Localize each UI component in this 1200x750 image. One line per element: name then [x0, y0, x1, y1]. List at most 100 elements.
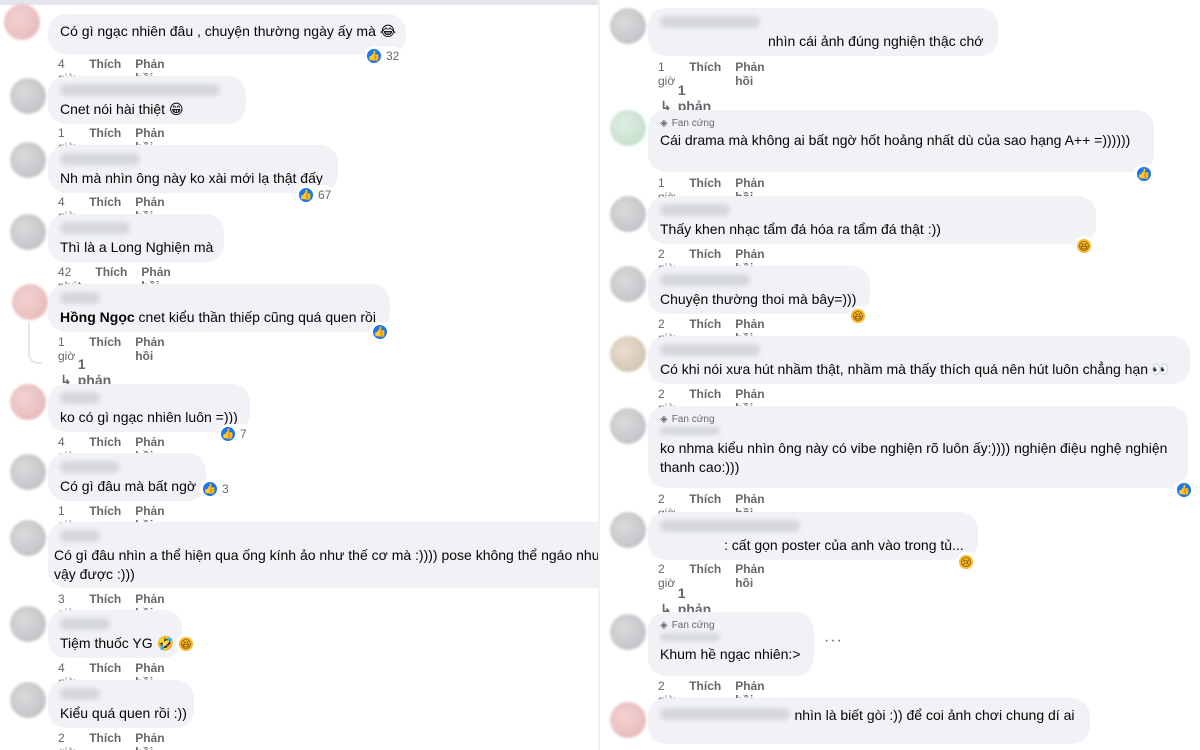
comment-text: Thì là a Long Nghiện mà	[60, 239, 214, 255]
avatar[interactable]	[610, 614, 646, 650]
avatar[interactable]	[610, 336, 646, 372]
comment-body: Hồng Ngọc cnet kiểu thần thiếp cũng quá …	[60, 309, 376, 325]
like-button[interactable]: Thích	[89, 731, 121, 750]
comment-text: Có gì ngạc nhiên đâu , chuyện thường ngà…	[60, 23, 397, 39]
haha-reaction-icon: 😆	[177, 635, 195, 653]
more-options-icon[interactable]: ···	[824, 632, 843, 650]
reply-button[interactable]: Phản hồi	[735, 562, 764, 590]
reaction-count[interactable]: 👍	[1134, 164, 1156, 184]
reaction-count[interactable]: 👍	[370, 322, 392, 342]
reaction-count[interactable]: 👍 7	[218, 424, 250, 444]
avatar[interactable]	[10, 384, 46, 420]
blurred-author-name	[660, 16, 760, 28]
blurred-author-name	[60, 222, 130, 234]
diamond-icon: ◈	[660, 414, 668, 425]
comment-text: Khum hề ngạc nhiên:>	[660, 646, 801, 662]
comment-bubble: ◈ Fan cứng Cái drama mà không ai bất ngờ…	[648, 110, 1154, 172]
comment-text: Nh mà nhìn ông này ko xài mới lạ thật đấ…	[60, 170, 323, 186]
avatar[interactable]	[4, 4, 40, 40]
avatar[interactable]	[610, 196, 646, 232]
comment-text: Có khi nói xưa hút nhầm thật, nhầm mà th…	[660, 361, 1170, 377]
avatar[interactable]	[10, 454, 46, 490]
comment-text: Thấy khen nhạc tẩm đá hóa ra tẩm đá thật…	[660, 221, 941, 237]
reply-button[interactable]: Phản hồi	[735, 60, 764, 88]
diamond-icon: ◈	[660, 118, 668, 129]
comment-bubble: Chuyện thường thoi mà bây=)))	[648, 266, 870, 314]
like-reaction-icon: 👍	[371, 323, 389, 341]
reaction-count[interactable]: 😆	[1074, 236, 1096, 256]
comment-text: cnet kiểu thần thiếp cũng quá quen rồi	[138, 309, 376, 325]
comment-text: Có gì đâu nhìn a thể hiện qua ống kính ả…	[54, 547, 600, 563]
avatar[interactable]	[10, 520, 46, 556]
avatar[interactable]	[10, 606, 46, 642]
haha-reaction-icon: 😆	[849, 307, 867, 325]
fan-badge: ◈ Fan cứng	[660, 118, 715, 129]
comment-text: ko có gì ngạc nhiên luôn =)))	[60, 409, 238, 425]
reply-button[interactable]: Phản hồi	[135, 335, 164, 363]
avatar[interactable]	[10, 682, 46, 718]
comment-bubble: : cất gọn poster của anh vào trong tủ...	[648, 512, 978, 560]
comment-text-line2: vậy được :)))	[54, 566, 135, 582]
like-reaction-icon: 👍	[365, 47, 383, 65]
reaction-count[interactable]: 👍 67	[296, 185, 335, 205]
blurred-author-name	[660, 274, 750, 286]
diamond-icon: ◈	[660, 620, 668, 631]
comment-bubble: Thì là a Long Nghiện mà	[48, 214, 224, 262]
haha-reaction-icon: 😆	[1075, 237, 1093, 255]
blurred-author-name	[60, 530, 100, 542]
comment-bubble: Có gì đâu nhìn a thể hiện qua ống kính ả…	[48, 522, 600, 588]
avatar[interactable]	[610, 512, 646, 548]
blurred-author-name	[660, 204, 730, 216]
comment-meta: 2 giờ Thích Phản hồi	[58, 731, 165, 750]
avatar[interactable]	[610, 110, 646, 146]
reaction-count[interactable]: 👍	[1174, 480, 1196, 500]
comment-bubble: ◈ Fan cứng Khum hề ngạc nhiên:>	[648, 612, 814, 676]
comment-text: Cnet nói hài thiệt 😁	[60, 101, 184, 117]
avatar[interactable]	[10, 142, 46, 178]
reaction-count[interactable]: 👍 32	[364, 46, 403, 66]
right-comments-panel: nhìn cái ảnh đúng nghiện thậc chớ 1 giờ …	[600, 0, 1200, 750]
reaction-count[interactable]: 😆	[848, 306, 870, 326]
comment-bubble: Cnet nói hài thiệt 😁	[48, 76, 246, 124]
comment-text: nhìn cái ảnh đúng nghiện thậc chớ	[768, 33, 984, 49]
blurred-author-name	[660, 707, 790, 720]
reaction-count[interactable]: 👍 3	[200, 479, 232, 499]
reply-button[interactable]: Phản hồi	[135, 731, 164, 750]
comment-text: Cái drama mà không ai bất ngờ hốt hoảng …	[660, 132, 1131, 148]
comment-text: Có gì đâu mà bất ngờ	[60, 478, 197, 494]
comment-text: Kiểu quá quen rồi :))	[60, 705, 187, 721]
blurred-author-name	[60, 153, 140, 165]
like-reaction-icon: 👍	[297, 186, 315, 204]
like-reaction-icon: 👍	[219, 425, 237, 443]
comment-bubble: Có gì ngạc nhiên đâu , chuyện thường ngà…	[48, 14, 406, 54]
avatar[interactable]	[10, 78, 46, 114]
blurred-author-name	[660, 633, 720, 641]
avatar[interactable]	[610, 702, 646, 738]
left-comments-panel: Có gì ngạc nhiên đâu , chuyện thường ngà…	[0, 0, 600, 750]
comment-text: ko nhma kiểu nhìn ông này có vibe nghiện…	[660, 440, 1168, 456]
blurred-author-name	[60, 392, 100, 404]
comment-author[interactable]: Hồng Ngọc	[60, 309, 135, 325]
blurred-author-name	[60, 292, 100, 304]
comment-bubble: Kiểu quá quen rồi :))	[48, 680, 194, 728]
reaction-count[interactable]: 😆	[176, 634, 198, 654]
blurred-author-name	[60, 618, 110, 630]
avatar[interactable]	[610, 408, 646, 444]
comment-bubble: Nh mà nhìn ông này ko xài mới lạ thật đấ…	[48, 145, 338, 193]
like-reaction-icon: 👍	[1175, 481, 1193, 499]
like-reaction-icon: 👍	[1135, 165, 1153, 183]
comment-bubble: Hồng Ngọc cnet kiểu thần thiếp cũng quá …	[48, 284, 390, 332]
avatar[interactable]	[610, 8, 646, 44]
avatar[interactable]	[610, 266, 646, 302]
avatar[interactable]	[12, 284, 48, 320]
comment-text: Chuyện thường thoi mà bây=)))	[660, 291, 857, 307]
comment-bubble: ko có gì ngạc nhiên luôn =)))	[48, 384, 250, 432]
blurred-author-name	[60, 84, 220, 96]
comment-text: nhìn là biết gòi :)) để coi ảnh chơi chu…	[794, 707, 1075, 723]
thread-connector	[28, 322, 42, 364]
avatar[interactable]	[10, 214, 46, 250]
comment-bubble: ◈ Fan cứng ko nhma kiểu nhìn ông này có …	[648, 406, 1188, 488]
reaction-count[interactable]: 😢	[956, 552, 978, 572]
top-border	[0, 0, 600, 5]
comment-bubble: Có gì đâu mà bất ngờ	[48, 453, 206, 501]
